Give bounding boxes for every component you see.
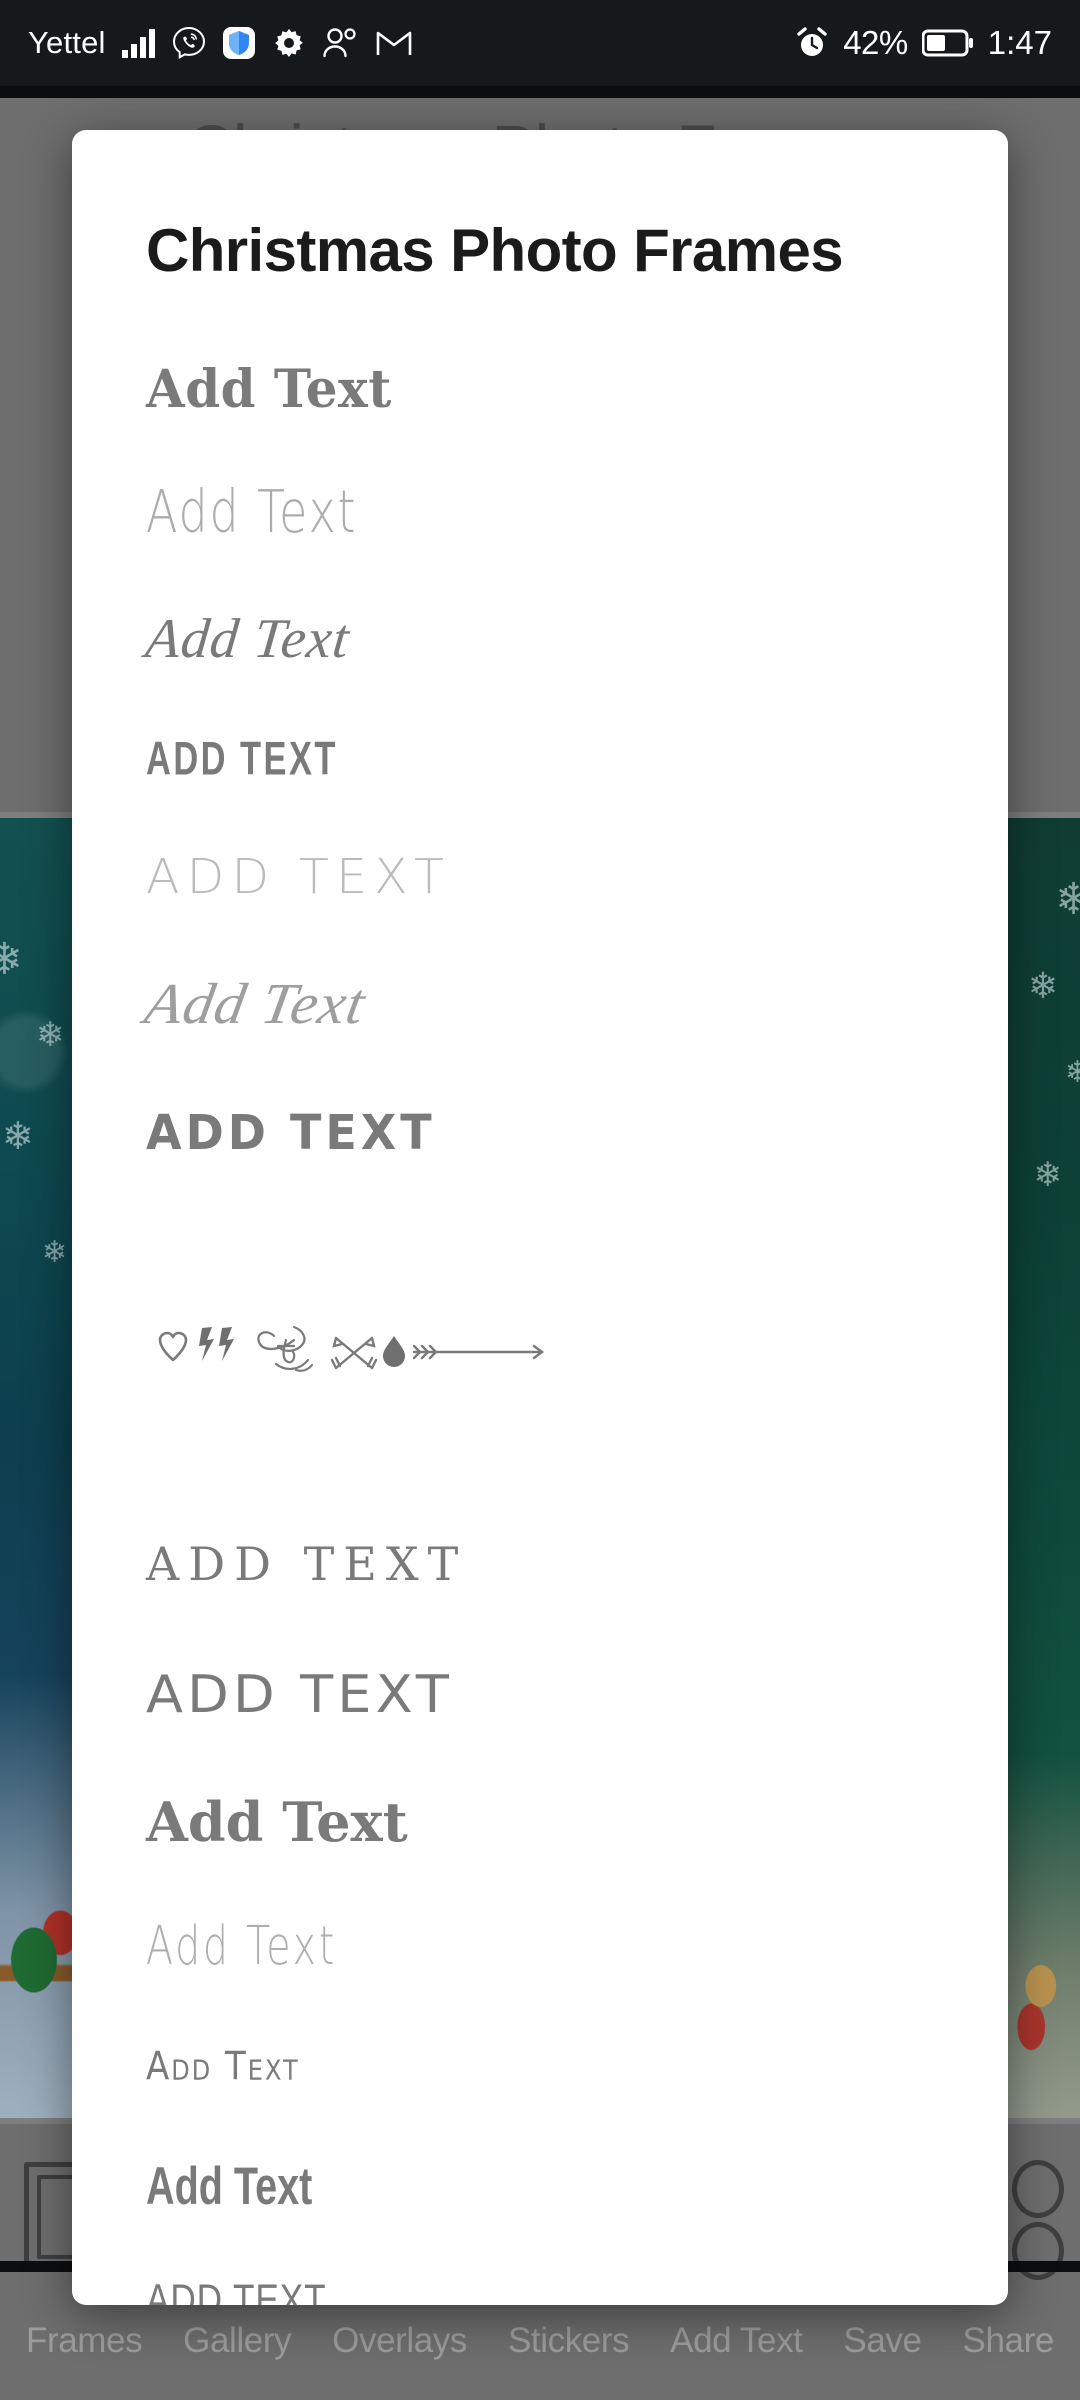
nav-stickers[interactable]: Stickers [508,2321,630,2361]
dingbat-preview [158,1325,544,1372]
font-option-label: ADD TEXT [146,2275,327,2305]
font-option-rounded-bold[interactable]: ADD TEXT [72,1067,1008,1197]
font-option-label: Add Text [142,608,353,670]
signal-bars-icon [121,28,156,58]
font-option-dingbat-symbols[interactable] [72,1197,1008,1497]
heart-icon [158,1331,188,1362]
font-option-label: Add Text [146,477,358,547]
long-arrow-icon [412,1344,544,1360]
alarm-icon [795,26,829,60]
font-option-label: ADD TEXT [146,1103,436,1161]
teardrop-icon [383,1336,405,1367]
font-option-label: Add Text [146,2044,300,2090]
double-lightning-icon [199,1327,234,1361]
font-option-label: Add Text [146,1914,337,1978]
font-option-geometric-outline[interactable]: ADD TEXT [72,815,1008,939]
font-option-label: ADD TEXT [146,849,452,905]
nav-add-text[interactable]: Add Text [670,2321,803,2361]
font-option-thin-condensed[interactable]: Add Text [72,1885,1008,2007]
phone-screen: Yettel 42% 1:47 ❄ ❄ ❄ ❄ ❄ ❄ ❄ ❄ Christma… [0,0,1080,2400]
status-bar-divider [0,86,1080,98]
status-bar-right: 42% 1:47 [795,24,1052,62]
font-option-bold-condensed-sans[interactable]: Add Text [72,2127,1008,2245]
nav-overlays[interactable]: Overlays [332,2321,467,2361]
nav-gallery[interactable]: Gallery [183,2321,291,2361]
font-option-list[interactable]: Add Text Add Text Add Text ADD TEXT ADD … [72,329,1008,2305]
font-picker-dialog[interactable]: Christmas Photo Frames Add Text Add Text… [72,130,1008,2305]
font-option-elegant-script[interactable]: Add Text [72,575,1008,703]
font-option-geometric-sans-caps[interactable]: ADD TEXT [72,1631,1008,1759]
clock-label: 1:47 [987,24,1052,61]
font-option-thin-handwriting[interactable]: Add Text [72,449,1008,575]
nav-frames[interactable]: Frames [26,2321,143,2361]
font-option-condensed-bold-caps[interactable]: ADD TEXT [72,703,1008,815]
status-bar: Yettel 42% 1:47 [0,0,1080,86]
font-option-small-caps-hand[interactable]: Add Text [72,2007,1008,2127]
nav-share[interactable]: Share [963,2321,1055,2361]
of-flourish-icon [257,1325,314,1372]
gear-icon [272,26,306,60]
font-option-fat-slab-serif[interactable]: Add Text [72,1759,1008,1885]
font-option-blackletter[interactable]: Add Text [72,329,1008,449]
gmail-icon [376,29,412,57]
font-option-label: ADD TEXT [146,1537,468,1591]
font-option-label: Add Text [146,1790,408,1854]
font-option-typewriter-caps[interactable]: ADD TEXT [72,1497,1008,1631]
viber-icon [172,26,206,60]
font-option-label: Add Text [146,2156,313,2216]
font-option-label: ADD TEXT [146,1665,454,1725]
crossed-arrows-icon [330,1336,378,1370]
battery-icon [921,28,974,58]
battery-percent-label: 42% [843,24,908,61]
font-option-label: Add Text [140,970,371,1036]
font-option-label: ADD TEXT [146,732,338,785]
carrier-label: Yettel [28,25,106,60]
dialog-title: Christmas Photo Frames [146,217,844,284]
nav-save[interactable]: Save [843,2321,922,2361]
status-bar-left: Yettel [28,25,412,61]
font-option-thin-caps-sans[interactable]: ADD TEXT [72,2245,1008,2305]
font-option-label: Add Text [146,358,392,420]
shield-icon [222,26,256,60]
font-option-flourished-script[interactable]: Add Text [72,939,1008,1067]
contacts-icon [322,27,360,59]
